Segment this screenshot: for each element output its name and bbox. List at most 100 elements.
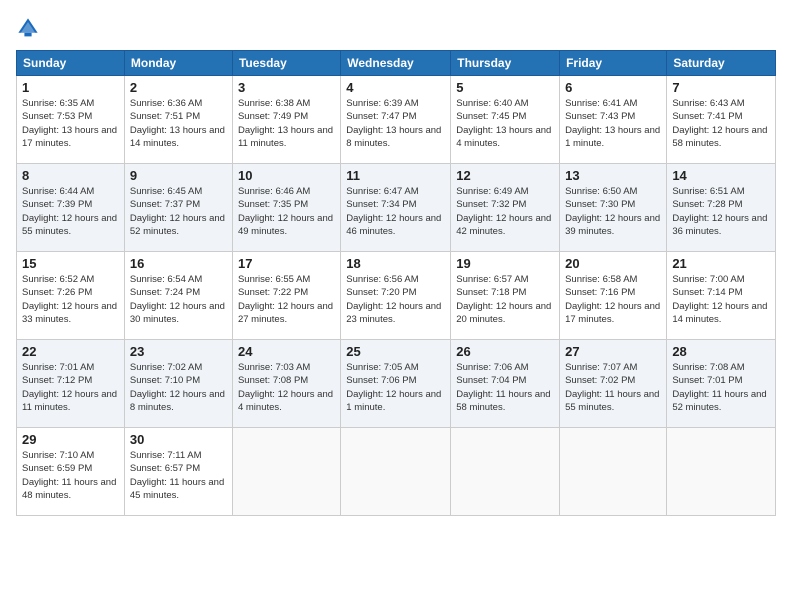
day-number: 16 <box>130 256 227 271</box>
day-number: 11 <box>346 168 445 183</box>
calendar-cell: 13 Sunrise: 6:50 AM Sunset: 7:30 PM Dayl… <box>560 164 667 252</box>
day-info: Sunrise: 6:44 AM Sunset: 7:39 PM Dayligh… <box>22 185 119 238</box>
weekday-header: Monday <box>124 51 232 76</box>
calendar-cell: 1 Sunrise: 6:35 AM Sunset: 7:53 PM Dayli… <box>17 76 125 164</box>
weekday-header: Tuesday <box>232 51 340 76</box>
day-info: Sunrise: 7:06 AM Sunset: 7:04 PM Dayligh… <box>456 361 554 414</box>
calendar-cell: 15 Sunrise: 6:52 AM Sunset: 7:26 PM Dayl… <box>17 252 125 340</box>
day-info: Sunrise: 6:41 AM Sunset: 7:43 PM Dayligh… <box>565 97 661 150</box>
calendar-cell: 22 Sunrise: 7:01 AM Sunset: 7:12 PM Dayl… <box>17 340 125 428</box>
weekday-header: Friday <box>560 51 667 76</box>
calendar-cell: 20 Sunrise: 6:58 AM Sunset: 7:16 PM Dayl… <box>560 252 667 340</box>
calendar-table: SundayMondayTuesdayWednesdayThursdayFrid… <box>16 50 776 516</box>
day-number: 15 <box>22 256 119 271</box>
calendar-cell: 16 Sunrise: 6:54 AM Sunset: 7:24 PM Dayl… <box>124 252 232 340</box>
day-number: 12 <box>456 168 554 183</box>
day-number: 7 <box>672 80 770 95</box>
weekday-header: Saturday <box>667 51 776 76</box>
day-number: 17 <box>238 256 335 271</box>
day-info: Sunrise: 6:39 AM Sunset: 7:47 PM Dayligh… <box>346 97 445 150</box>
day-info: Sunrise: 6:38 AM Sunset: 7:49 PM Dayligh… <box>238 97 335 150</box>
day-info: Sunrise: 6:51 AM Sunset: 7:28 PM Dayligh… <box>672 185 770 238</box>
weekday-header: Thursday <box>451 51 560 76</box>
calendar-cell: 5 Sunrise: 6:40 AM Sunset: 7:45 PM Dayli… <box>451 76 560 164</box>
day-info: Sunrise: 6:50 AM Sunset: 7:30 PM Dayligh… <box>565 185 661 238</box>
day-info: Sunrise: 6:47 AM Sunset: 7:34 PM Dayligh… <box>346 185 445 238</box>
calendar-cell: 29 Sunrise: 7:10 AM Sunset: 6:59 PM Dayl… <box>17 428 125 516</box>
calendar-cell: 14 Sunrise: 6:51 AM Sunset: 7:28 PM Dayl… <box>667 164 776 252</box>
calendar-cell <box>232 428 340 516</box>
calendar-cell: 17 Sunrise: 6:55 AM Sunset: 7:22 PM Dayl… <box>232 252 340 340</box>
day-number: 18 <box>346 256 445 271</box>
logo <box>16 16 44 40</box>
day-number: 6 <box>565 80 661 95</box>
calendar-cell: 10 Sunrise: 6:46 AM Sunset: 7:35 PM Dayl… <box>232 164 340 252</box>
calendar-cell: 4 Sunrise: 6:39 AM Sunset: 7:47 PM Dayli… <box>341 76 451 164</box>
day-number: 23 <box>130 344 227 359</box>
day-number: 13 <box>565 168 661 183</box>
weekday-header: Wednesday <box>341 51 451 76</box>
day-number: 4 <box>346 80 445 95</box>
day-info: Sunrise: 6:45 AM Sunset: 7:37 PM Dayligh… <box>130 185 227 238</box>
day-info: Sunrise: 7:01 AM Sunset: 7:12 PM Dayligh… <box>22 361 119 414</box>
day-number: 20 <box>565 256 661 271</box>
logo-icon <box>16 16 40 40</box>
day-number: 27 <box>565 344 661 359</box>
calendar-cell: 9 Sunrise: 6:45 AM Sunset: 7:37 PM Dayli… <box>124 164 232 252</box>
day-info: Sunrise: 7:08 AM Sunset: 7:01 PM Dayligh… <box>672 361 770 414</box>
day-number: 26 <box>456 344 554 359</box>
day-info: Sunrise: 6:46 AM Sunset: 7:35 PM Dayligh… <box>238 185 335 238</box>
calendar-cell: 21 Sunrise: 7:00 AM Sunset: 7:14 PM Dayl… <box>667 252 776 340</box>
calendar-cell: 2 Sunrise: 6:36 AM Sunset: 7:51 PM Dayli… <box>124 76 232 164</box>
day-info: Sunrise: 7:02 AM Sunset: 7:10 PM Dayligh… <box>130 361 227 414</box>
day-info: Sunrise: 7:10 AM Sunset: 6:59 PM Dayligh… <box>22 449 119 502</box>
calendar-cell: 6 Sunrise: 6:41 AM Sunset: 7:43 PM Dayli… <box>560 76 667 164</box>
day-number: 28 <box>672 344 770 359</box>
day-number: 21 <box>672 256 770 271</box>
calendar-cell: 23 Sunrise: 7:02 AM Sunset: 7:10 PM Dayl… <box>124 340 232 428</box>
calendar-cell: 30 Sunrise: 7:11 AM Sunset: 6:57 PM Dayl… <box>124 428 232 516</box>
day-info: Sunrise: 6:54 AM Sunset: 7:24 PM Dayligh… <box>130 273 227 326</box>
day-number: 2 <box>130 80 227 95</box>
day-number: 14 <box>672 168 770 183</box>
day-number: 5 <box>456 80 554 95</box>
day-number: 24 <box>238 344 335 359</box>
calendar-cell <box>341 428 451 516</box>
day-info: Sunrise: 6:49 AM Sunset: 7:32 PM Dayligh… <box>456 185 554 238</box>
day-number: 1 <box>22 80 119 95</box>
header <box>16 16 776 40</box>
calendar-cell: 25 Sunrise: 7:05 AM Sunset: 7:06 PM Dayl… <box>341 340 451 428</box>
day-info: Sunrise: 6:36 AM Sunset: 7:51 PM Dayligh… <box>130 97 227 150</box>
day-number: 25 <box>346 344 445 359</box>
day-info: Sunrise: 6:52 AM Sunset: 7:26 PM Dayligh… <box>22 273 119 326</box>
calendar-cell: 28 Sunrise: 7:08 AM Sunset: 7:01 PM Dayl… <box>667 340 776 428</box>
calendar-cell: 24 Sunrise: 7:03 AM Sunset: 7:08 PM Dayl… <box>232 340 340 428</box>
day-info: Sunrise: 6:56 AM Sunset: 7:20 PM Dayligh… <box>346 273 445 326</box>
calendar-cell: 12 Sunrise: 6:49 AM Sunset: 7:32 PM Dayl… <box>451 164 560 252</box>
calendar-cell: 18 Sunrise: 6:56 AM Sunset: 7:20 PM Dayl… <box>341 252 451 340</box>
calendar-cell: 3 Sunrise: 6:38 AM Sunset: 7:49 PM Dayli… <box>232 76 340 164</box>
calendar-cell: 11 Sunrise: 6:47 AM Sunset: 7:34 PM Dayl… <box>341 164 451 252</box>
day-info: Sunrise: 7:03 AM Sunset: 7:08 PM Dayligh… <box>238 361 335 414</box>
day-number: 30 <box>130 432 227 447</box>
day-number: 3 <box>238 80 335 95</box>
calendar-cell <box>667 428 776 516</box>
day-info: Sunrise: 6:35 AM Sunset: 7:53 PM Dayligh… <box>22 97 119 150</box>
day-number: 29 <box>22 432 119 447</box>
calendar-cell: 26 Sunrise: 7:06 AM Sunset: 7:04 PM Dayl… <box>451 340 560 428</box>
day-info: Sunrise: 7:05 AM Sunset: 7:06 PM Dayligh… <box>346 361 445 414</box>
day-number: 19 <box>456 256 554 271</box>
day-info: Sunrise: 7:11 AM Sunset: 6:57 PM Dayligh… <box>130 449 227 502</box>
day-number: 10 <box>238 168 335 183</box>
day-info: Sunrise: 6:55 AM Sunset: 7:22 PM Dayligh… <box>238 273 335 326</box>
weekday-header: Sunday <box>17 51 125 76</box>
calendar-cell: 8 Sunrise: 6:44 AM Sunset: 7:39 PM Dayli… <box>17 164 125 252</box>
day-info: Sunrise: 6:57 AM Sunset: 7:18 PM Dayligh… <box>456 273 554 326</box>
calendar-cell: 27 Sunrise: 7:07 AM Sunset: 7:02 PM Dayl… <box>560 340 667 428</box>
day-number: 22 <box>22 344 119 359</box>
day-info: Sunrise: 6:43 AM Sunset: 7:41 PM Dayligh… <box>672 97 770 150</box>
day-number: 8 <box>22 168 119 183</box>
calendar-cell <box>451 428 560 516</box>
day-info: Sunrise: 7:00 AM Sunset: 7:14 PM Dayligh… <box>672 273 770 326</box>
calendar-cell <box>560 428 667 516</box>
